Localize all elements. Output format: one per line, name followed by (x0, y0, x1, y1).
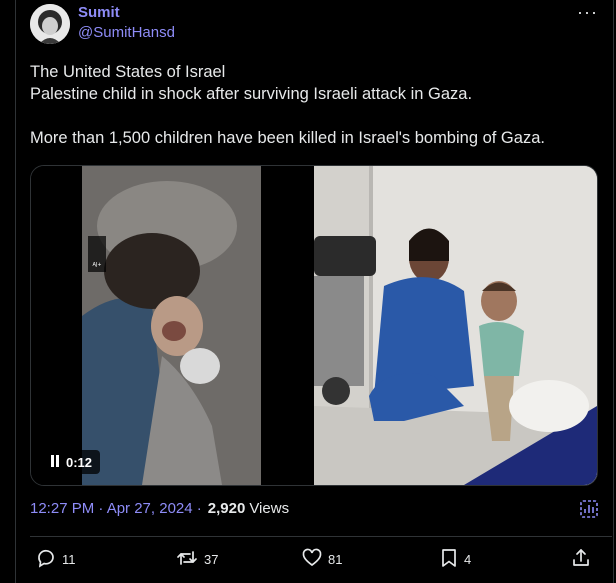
post-text-line: More than 1,500 children have been kille… (30, 129, 545, 147)
action-bar: 11 37 81 4 (16, 548, 612, 574)
reply-icon (36, 548, 56, 571)
author-handle[interactable]: @SumitHansd (78, 24, 175, 41)
bookmark-icon (440, 548, 458, 571)
avatar[interactable] (30, 4, 70, 44)
post-text-line: The United States of Israel (30, 63, 226, 81)
bookmark-count: 4 (464, 552, 472, 567)
svg-text:AJ+: AJ+ (92, 262, 101, 268)
bookmark-button[interactable]: 4 (440, 548, 471, 571)
views-count: 2,920 (207, 500, 246, 517)
video-player[interactable]: AJ+ 0:12 (31, 166, 314, 485)
repost-count: 37 (204, 552, 219, 567)
more-icon[interactable]: ··· (577, 2, 598, 23)
post-text-line: Palestine child in shock after surviving… (30, 85, 473, 103)
play-pause-icon[interactable] (50, 454, 60, 470)
post-text: The United States of Israel Palestine ch… (30, 61, 600, 149)
like-count: 81 (328, 552, 343, 567)
photo[interactable] (314, 166, 597, 485)
like-button[interactable]: 81 (302, 548, 342, 571)
analytics-icon[interactable] (580, 500, 598, 523)
timeline-border-right (613, 0, 614, 583)
post-timestamp[interactable]: 12:27 PM · Apr 27, 2024 · (30, 500, 202, 517)
media-container[interactable]: AJ+ 0:12 (30, 165, 598, 486)
like-icon (302, 548, 322, 571)
repost-icon (176, 548, 198, 571)
video-controls[interactable]: 0:12 (42, 450, 101, 474)
reply-count: 11 (62, 552, 76, 567)
repost-button[interactable]: 37 (176, 548, 218, 571)
author-display-name[interactable]: Sumit (78, 4, 120, 21)
reply-button[interactable]: 11 (36, 548, 76, 571)
post-card[interactable]: Sumit @SumitHansd ··· The United States … (16, 0, 612, 583)
post-text-gap (30, 105, 600, 127)
post-meta: 12:27 PM · Apr 27, 2024 · 2,920 Views (30, 500, 289, 517)
video-duration: 0:12 (66, 454, 93, 470)
views-label: Views (249, 500, 290, 517)
share-button[interactable] (571, 548, 591, 571)
divider (30, 536, 612, 537)
share-icon (571, 548, 591, 571)
video-frame: AJ+ (82, 166, 261, 485)
